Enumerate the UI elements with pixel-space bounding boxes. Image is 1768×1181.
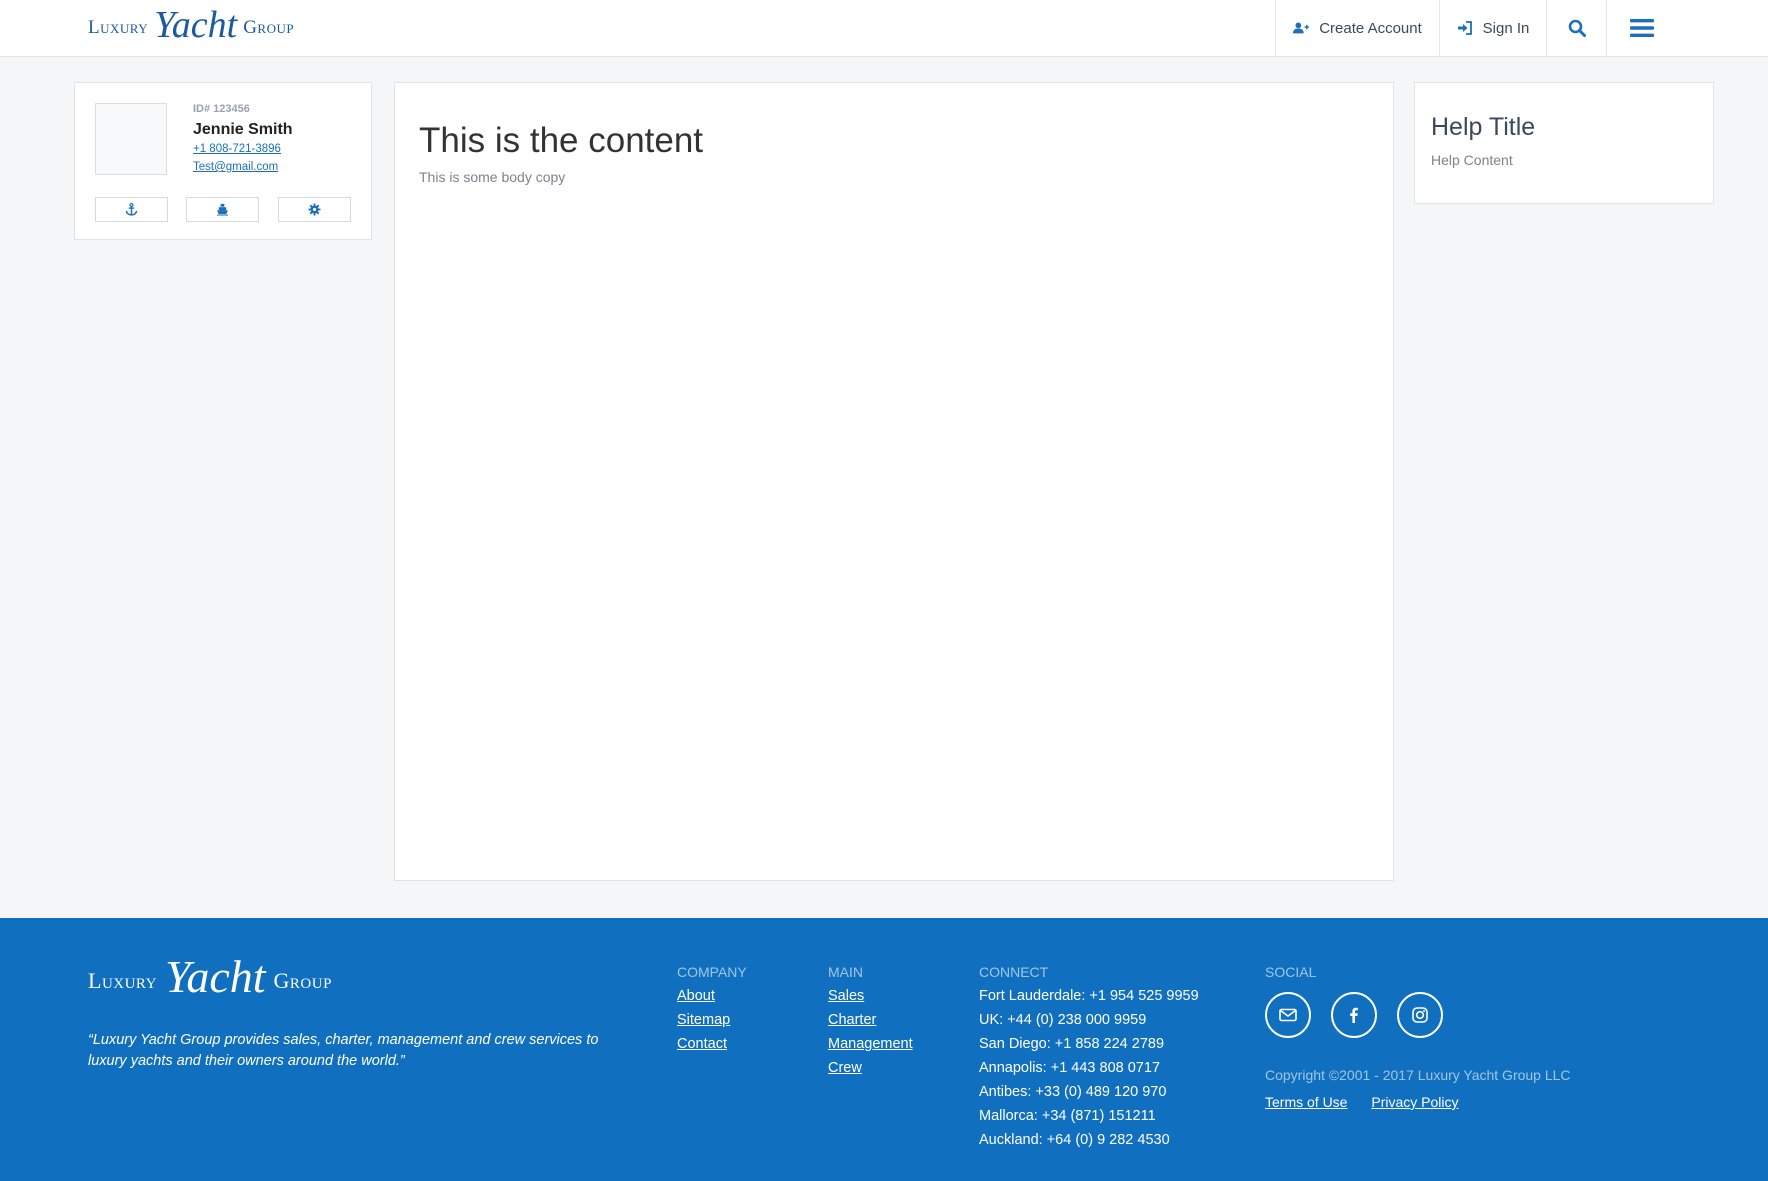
footer-company-heading: COMPANY [677, 964, 747, 980]
footer-social-column: SOCIAL [1265, 964, 1463, 1038]
office-phone-uk: UK: +44 (0) 238 000 9959 [979, 1012, 1147, 1028]
hamburger-menu-icon [1629, 19, 1654, 37]
help-title: Help Title [1431, 113, 1536, 141]
facebook-icon [1350, 1007, 1358, 1023]
footer-link-charter[interactable]: Charter [828, 1008, 913, 1032]
sign-in-button[interactable]: Sign In [1439, 0, 1546, 56]
sign-in-label: Sign In [1482, 19, 1530, 37]
office-phone-antibes: Antibes: +33 (0) 489 120 970 [979, 1084, 1167, 1100]
help-panel: Help Title Help Content [1414, 82, 1714, 204]
legal-links: Terms of Use Privacy Policy [1265, 1094, 1479, 1110]
instagram-social-button[interactable] [1397, 992, 1443, 1038]
main-content-panel: This is the content This is some body co… [394, 82, 1394, 881]
footer-connect-heading: CONNECT [979, 964, 1049, 980]
anchor-icon [125, 203, 138, 216]
footer-social-heading: SOCIAL [1265, 964, 1317, 980]
footer-link-contact[interactable]: Contact [677, 1032, 747, 1056]
profile-name: Jennie Smith [193, 121, 293, 138]
footer-link-sales[interactable]: Sales [828, 984, 913, 1008]
content-body: This is some body copy [419, 169, 566, 185]
search-icon [1568, 19, 1586, 37]
footer-main-heading: MAIN [828, 964, 863, 980]
terms-of-use-link[interactable]: Terms of Use [1265, 1094, 1347, 1110]
gear-icon [308, 203, 321, 216]
add-user-icon [1293, 22, 1310, 34]
help-body: Help Content [1431, 152, 1513, 168]
menu-button[interactable] [1606, 0, 1676, 56]
footer-link-management[interactable]: Management [828, 1032, 913, 1056]
site-logo[interactable]: Luxury Yacht Group [88, 4, 295, 50]
copyright: Copyright ©2001 - 2017 Luxury Yacht Grou… [1265, 1067, 1571, 1083]
create-account-button[interactable]: Create Account [1275, 0, 1439, 56]
footer-tagline: “Luxury Yacht Group provides sales, char… [88, 1032, 599, 1069]
email-social-button[interactable] [1265, 992, 1311, 1038]
footer-logo-word-luxury: Luxury [88, 967, 157, 993]
search-button[interactable] [1546, 0, 1606, 56]
social-links [1265, 992, 1463, 1038]
logo-word-group: Group [243, 17, 295, 38]
site-footer: Luxury Yacht Group “Luxury Yacht Group p… [0, 918, 1768, 1181]
footer-link-sitemap[interactable]: Sitemap [677, 1008, 747, 1032]
office-phone-auckland: Auckland: +64 (0) 9 282 4530 [979, 1132, 1170, 1148]
footer-link-crew[interactable]: Crew [828, 1056, 913, 1080]
profile-id: ID# 123456 [193, 103, 250, 115]
logo-word-yacht: Yacht [154, 4, 238, 46]
office-phone-annapolis: Annapolis: +1 443 808 0717 [979, 1060, 1161, 1076]
office-phone-mallorca: Mallorca: +34 (871) 151211 [979, 1108, 1156, 1124]
profile-email-link[interactable]: Test@gmail.com [193, 161, 278, 173]
footer-link-about[interactable]: About [677, 984, 747, 1008]
ship-button[interactable] [186, 197, 259, 222]
ship-icon [216, 203, 229, 216]
facebook-social-button[interactable] [1331, 992, 1377, 1038]
office-phone-san-diego: San Diego: +1 858 224 2789 [979, 1036, 1165, 1052]
profile-phone-link[interactable]: +1 808-721-3896 [193, 143, 281, 155]
create-account-label: Create Account [1319, 19, 1422, 37]
anchor-button[interactable] [95, 197, 168, 222]
footer-company-column: COMPANY About Sitemap Contact [677, 964, 747, 1056]
envelope-icon [1279, 1008, 1297, 1022]
footer-logo-word-yacht: Yacht [164, 951, 266, 1002]
profile-card: ID# 123456 Jennie Smith +1 808-721-3896 … [74, 82, 372, 240]
avatar[interactable] [95, 103, 167, 175]
footer-logo[interactable]: Luxury Yacht Group [88, 951, 332, 1007]
settings-button[interactable] [278, 197, 351, 222]
top-nav: Create Account Sign In [1275, 0, 1768, 56]
content-title: This is the content [419, 121, 704, 160]
footer-connect-column: CONNECT Fort Lauderdale: +1 954 525 9959… [979, 964, 1199, 1152]
site-header: Luxury Yacht Group Create Account Sign I… [0, 0, 1768, 57]
footer-logo-word-group: Group [273, 967, 332, 993]
logo-word-luxury: Luxury [88, 17, 149, 38]
footer-main-column: MAIN Sales Charter Management Crew [828, 964, 913, 1080]
instagram-icon [1412, 1007, 1428, 1023]
sign-in-icon [1457, 21, 1472, 35]
office-phone-fort-lauderdale: Fort Lauderdale: +1 954 525 9959 [979, 988, 1199, 1004]
privacy-policy-link[interactable]: Privacy Policy [1371, 1094, 1458, 1110]
